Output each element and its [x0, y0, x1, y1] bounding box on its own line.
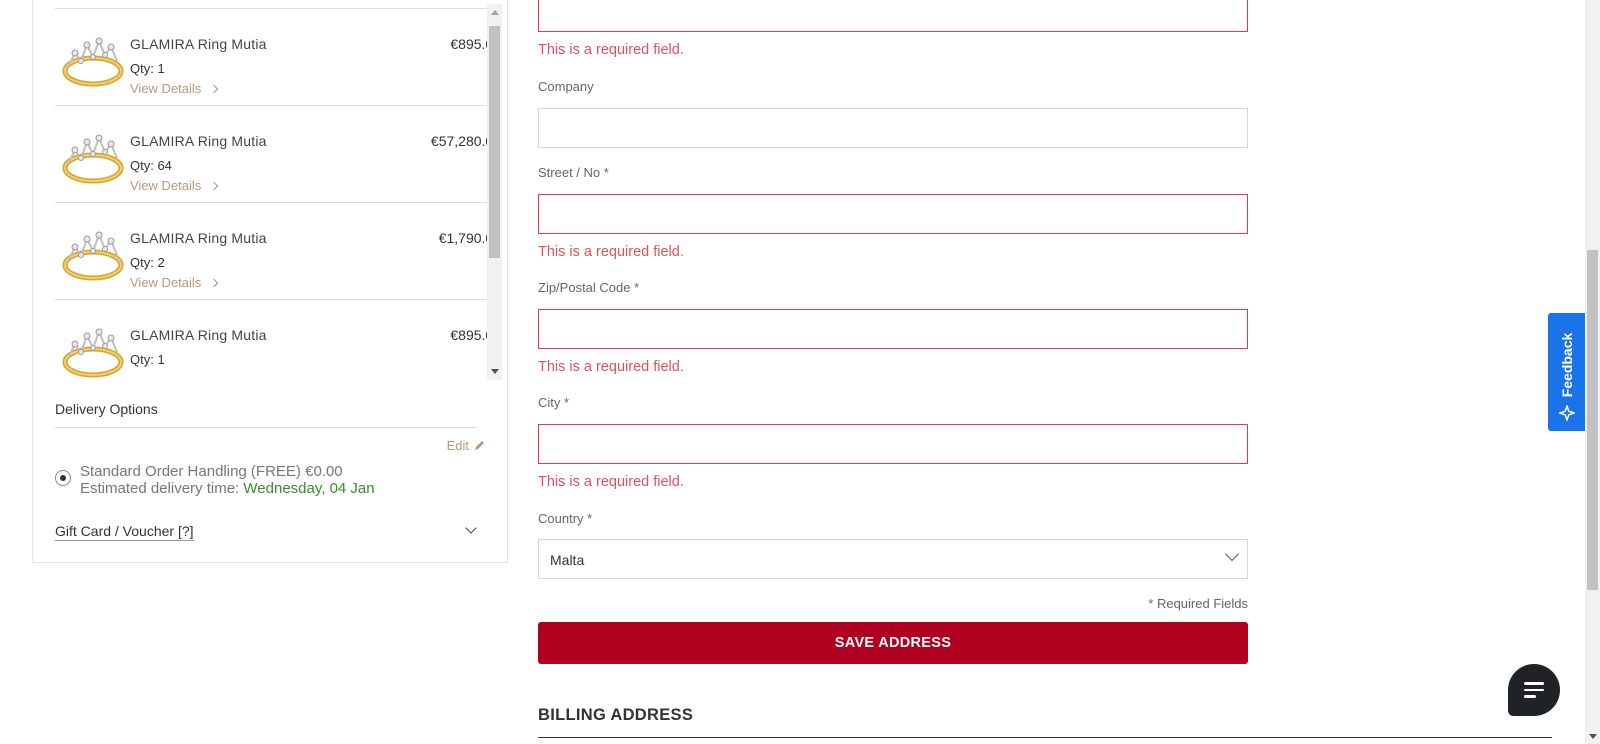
chevron-down-icon[interactable] — [465, 522, 477, 534]
field-error: This is a required field. — [538, 244, 684, 260]
item-qty: Qty: 64 — [130, 158, 172, 173]
chat-button[interactable] — [1508, 664, 1560, 716]
view-details-link[interactable]: View Details — [130, 178, 219, 193]
delivery-options-title: Delivery Options — [55, 401, 158, 417]
item-qty: Qty: 1 — [130, 352, 165, 367]
street-field[interactable] — [538, 194, 1248, 234]
country-value: Malta — [550, 552, 585, 568]
scrollbar-thumb[interactable] — [489, 26, 500, 258]
divider — [538, 737, 1552, 738]
chevron-right-icon — [210, 278, 219, 288]
view-details-label: View Details — [130, 275, 202, 290]
view-details-label: View Details — [130, 81, 202, 96]
estimate-label: Estimated delivery time: — [80, 480, 240, 497]
item-qty: Qty: 2 — [130, 255, 165, 270]
item-name: GLAMIRA Ring Mutia — [130, 327, 267, 343]
view-details-label: View Details — [130, 178, 202, 193]
chevron-right-icon — [210, 84, 219, 94]
scroll-down-arrow-icon[interactable] — [491, 369, 499, 374]
chevron-down-icon — [1224, 546, 1240, 562]
city-field[interactable] — [538, 424, 1248, 464]
estimate-date: Wednesday, 04 Jan — [243, 480, 375, 497]
order-items-list[interactable]: GLAMIRA Ring Mutia Qty: 1 View Details €… — [55, 0, 507, 380]
item-name: GLAMIRA Ring Mutia — [130, 230, 267, 246]
item-name: GLAMIRA Ring Mutia — [130, 36, 267, 52]
ring-product-image — [62, 328, 124, 378]
ring-product-image — [62, 134, 124, 184]
order-item: GLAMIRA Ring Mutia Qty: 1 View Details €… — [55, 9, 501, 106]
pencil-icon — [475, 441, 484, 450]
view-details-link[interactable]: View Details — [130, 81, 219, 96]
item-name: GLAMIRA Ring Mutia — [130, 133, 267, 149]
required-fields-note: * Required Fields — [1148, 596, 1248, 611]
field-error: This is a required field. — [538, 359, 684, 375]
chat-icon — [1524, 682, 1544, 702]
zip-field[interactable] — [538, 309, 1248, 349]
order-item: GLAMIRA Ring Mutia Qty: 1 €895.00 — [55, 300, 501, 380]
delivery-option-label: Standard Order Handling (FREE) €0.00 — [80, 463, 343, 480]
delivery-option-radio[interactable] — [55, 470, 71, 486]
edit-label: Edit — [446, 438, 469, 453]
order-item: GLAMIRA Ring Mutia Qty: 64 View Details … — [55, 106, 501, 203]
scroll-up-arrow-icon[interactable] — [491, 10, 499, 15]
view-details-link[interactable]: View Details — [130, 275, 219, 290]
feedback-label: Feedback — [1559, 332, 1575, 398]
ring-product-image — [62, 231, 124, 281]
company-field[interactable] — [538, 108, 1248, 148]
shipping-address-form: This is a required field. Company Street… — [538, 0, 1552, 744]
country-label: Country * — [538, 511, 593, 526]
edit-delivery-link[interactable]: Edit — [447, 438, 485, 453]
gift-card-toggle[interactable]: Gift Card / Voucher [?] — [55, 523, 194, 541]
chevron-right-icon — [210, 181, 219, 191]
city-label: City * — [538, 395, 570, 410]
page-scrollbar-thumb[interactable] — [1587, 250, 1598, 590]
divider — [55, 427, 477, 428]
zip-label: Zip/Postal Code * — [538, 280, 640, 295]
feedback-tab[interactable]: Feedback — [1548, 313, 1586, 431]
street-label: Street / No * — [538, 165, 609, 180]
scroll-down-arrow-icon[interactable] — [1589, 734, 1597, 739]
company-label: Company — [538, 79, 594, 94]
items-scrollbar[interactable] — [487, 4, 502, 380]
order-summary-panel: GLAMIRA Ring Mutia Qty: 1 View Details €… — [32, 0, 508, 563]
delivery-estimate: Estimated delivery time: Wednesday, 04 J… — [80, 480, 375, 497]
country-select[interactable]: Malta — [538, 539, 1248, 579]
page-scrollbar[interactable] — [1585, 0, 1600, 744]
name-field[interactable] — [538, 0, 1248, 32]
item-qty: Qty: 1 — [130, 61, 165, 76]
ring-product-image — [62, 37, 124, 87]
order-item: GLAMIRA Ring Mutia Qty: 2 View Details €… — [55, 203, 501, 300]
billing-address-title: BILLING ADDRESS — [538, 706, 694, 724]
save-address-button[interactable]: SAVE ADDRESS — [538, 622, 1248, 664]
sparkle-star-icon — [1559, 405, 1575, 421]
field-error: This is a required field. — [538, 42, 684, 58]
field-error: This is a required field. — [538, 474, 684, 490]
